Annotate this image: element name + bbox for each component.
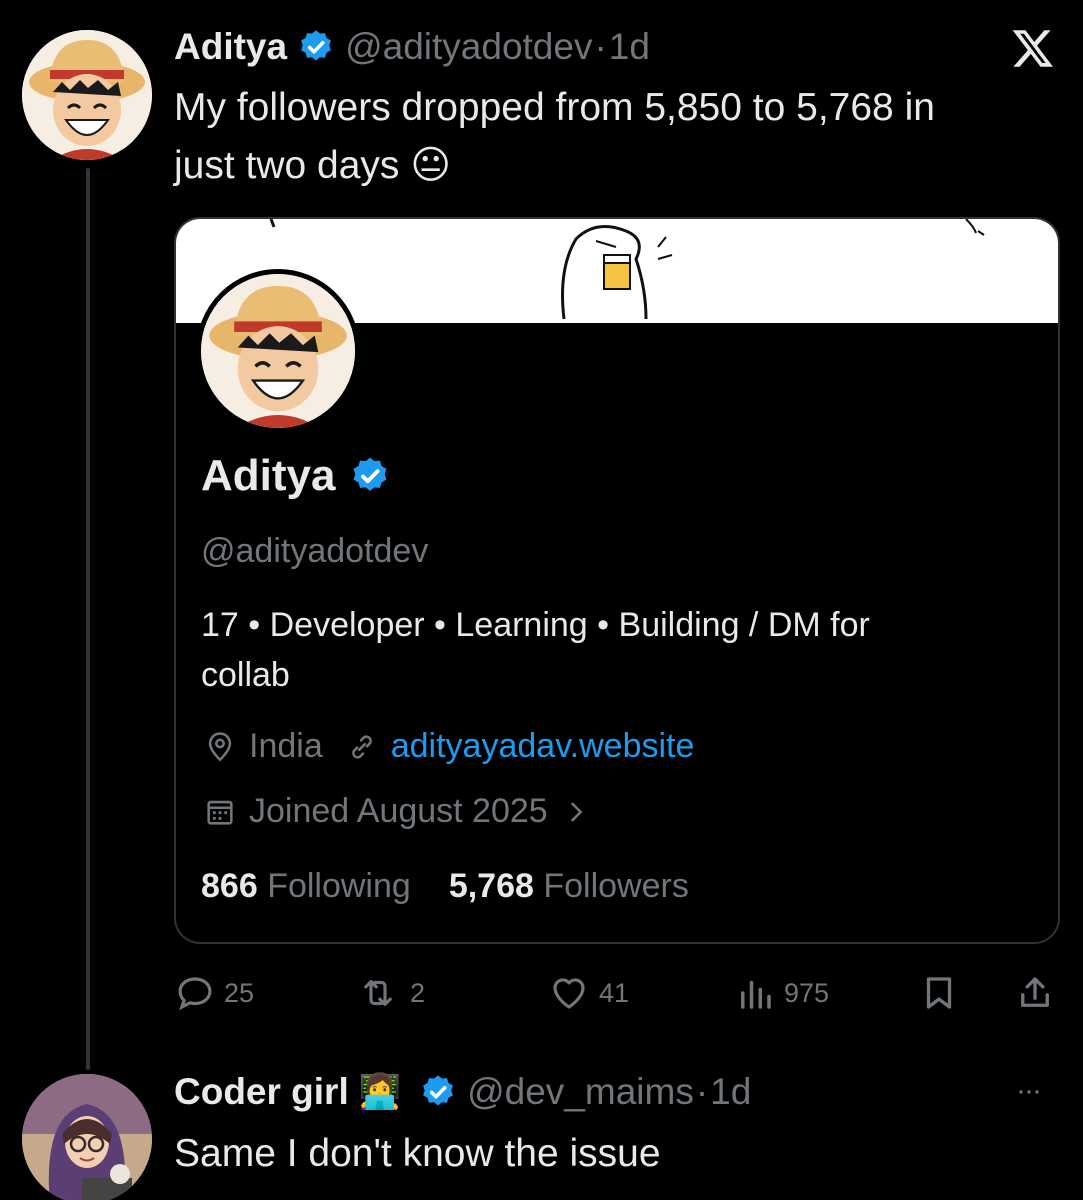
heart-icon	[553, 978, 585, 1009]
share-icon	[1021, 977, 1049, 1007]
location-pin-icon	[208, 731, 232, 761]
verified-badge-icon	[423, 1075, 453, 1106]
post-time[interactable]: 1d	[609, 26, 650, 68]
reply-icon	[178, 977, 212, 1011]
neutral-face-emoji: 😐	[410, 144, 451, 187]
profile-meta-location: India adityayadav.website	[203, 727, 694, 766]
reply-author-avatar[interactable]	[22, 1074, 152, 1200]
like-button[interactable]: 41	[547, 972, 629, 1014]
bookmark-button[interactable]	[918, 972, 968, 1014]
reply-text: Same I don't know the issue	[174, 1132, 661, 1175]
repost-count: 2	[410, 977, 426, 1008]
joined-text: Joined August 2025	[249, 792, 548, 830]
location-text: India	[249, 727, 323, 765]
verified-badge-icon	[354, 457, 387, 491]
profile-card[interactable]: Aditya @adityadotdev 17 • Developer • Le…	[174, 217, 1060, 944]
repost-icon	[364, 980, 392, 1006]
profile-bio: 17 • Developer • Learning • Building / D…	[201, 606, 870, 694]
post-text-line-1: My followers dropped from 5,850 to 5,768…	[174, 86, 935, 129]
more-options-icon[interactable]: ···	[1016, 1074, 1042, 1108]
followers-stat[interactable]: 5,768 Followers	[449, 867, 689, 906]
verified-badge-icon	[301, 30, 331, 61]
reply-author-name[interactable]: Coder girl	[174, 1071, 349, 1113]
separator-dot: ·	[594, 26, 607, 67]
chevron-right-icon[interactable]	[562, 795, 590, 829]
profile-meta-joined: Joined August 2025	[203, 792, 590, 831]
reply-author-handle[interactable]: @dev_maims	[467, 1071, 694, 1113]
share-button[interactable]	[1014, 972, 1064, 1014]
profile-handle: @adityadotdev	[201, 532, 429, 570]
reply-count: 25	[224, 977, 255, 1008]
calendar-icon	[207, 800, 233, 825]
profile-stats: 866 Following 5,768 Followers	[201, 867, 689, 906]
following-stat[interactable]: 866 Following	[201, 867, 411, 906]
post-text-line-2: just two days 😐	[174, 144, 451, 187]
views-count: 975	[784, 977, 830, 1008]
thread-line	[86, 168, 90, 1070]
author-avatar[interactable]	[22, 30, 152, 160]
author-handle[interactable]: @adityadotdev	[345, 26, 592, 68]
x-logo-icon[interactable]	[1010, 26, 1060, 72]
separator-dot: ·	[695, 1071, 709, 1112]
like-count: 41	[599, 977, 630, 1008]
views-icon	[741, 980, 771, 1009]
reply-button[interactable]: 25	[174, 972, 254, 1014]
technologist-emoji: 👩‍💻	[358, 1073, 402, 1111]
profile-avatar[interactable]	[196, 269, 360, 433]
website-link[interactable]: adityayadav.website	[391, 727, 695, 766]
bookmark-icon	[926, 977, 952, 1009]
link-icon	[351, 734, 372, 759]
views-button[interactable]: 975	[734, 972, 829, 1014]
repost-button[interactable]: 2	[354, 972, 425, 1014]
profile-name: Aditya	[201, 451, 391, 501]
author-name[interactable]: Aditya	[174, 26, 287, 68]
post-text: My followers dropped from 5,850 to 5,768…	[174, 79, 1064, 195]
reply-time[interactable]: 1d	[710, 1071, 751, 1113]
